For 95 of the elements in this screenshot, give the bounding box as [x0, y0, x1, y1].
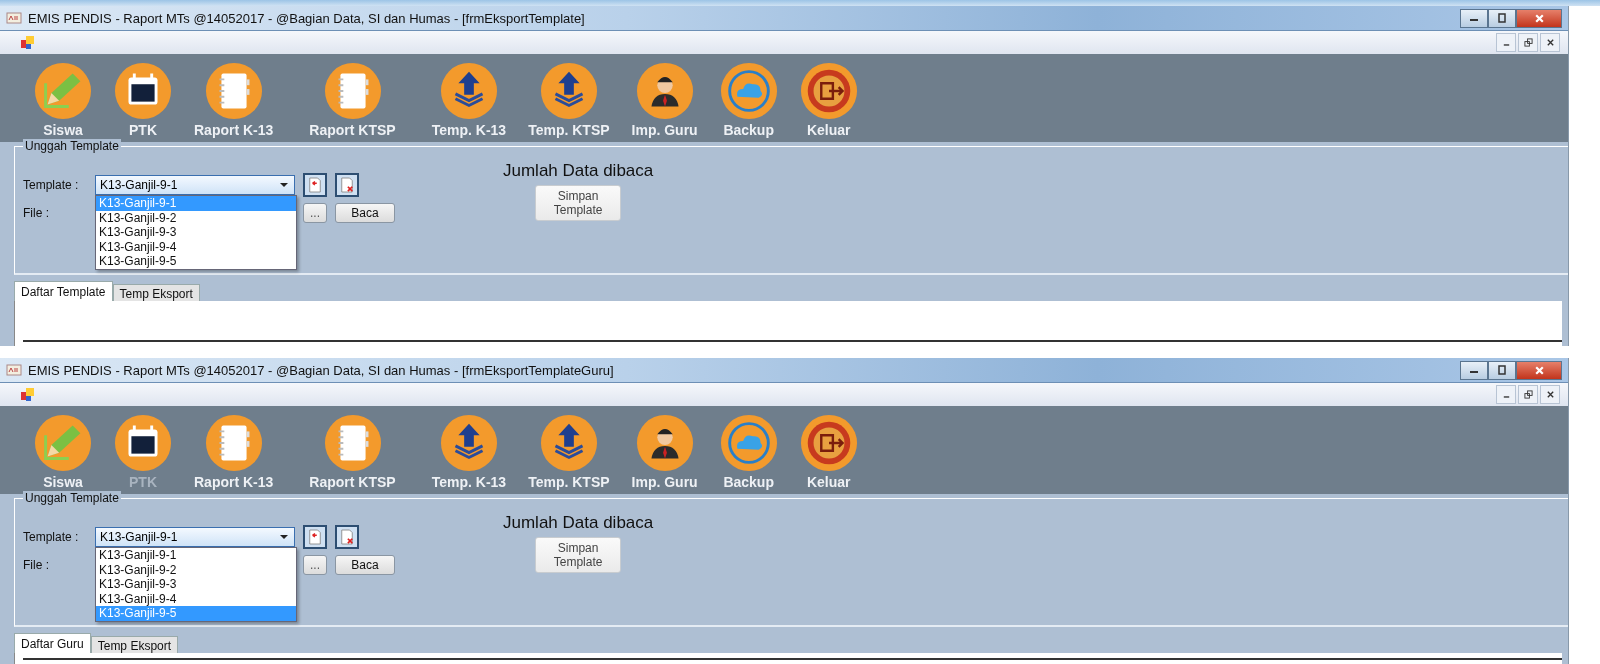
cloud-icon	[719, 414, 778, 472]
toolbar-button[interactable]: Temp. K-13	[423, 62, 515, 138]
close-icon	[1533, 364, 1545, 376]
notebook-icon	[323, 62, 382, 120]
document-delete-icon	[340, 177, 354, 193]
close-button[interactable]	[1516, 360, 1562, 380]
person-icon	[635, 62, 694, 120]
data-count-label: Jumlah Data dibaca	[503, 513, 654, 533]
toolbar-button[interactable]: Siswa	[26, 414, 100, 490]
toolbar-button[interactable]: Imp. Guru	[623, 414, 706, 490]
maximize-button[interactable]	[1488, 360, 1516, 380]
upload-icon	[539, 62, 598, 120]
toolbar-button[interactable]: Imp. Guru	[623, 62, 706, 138]
toolbar-button[interactable]: PTK	[106, 62, 180, 138]
delete-document-button[interactable]	[335, 525, 359, 549]
save-template-button[interactable]: Simpan Template	[535, 537, 622, 573]
close-button[interactable]	[1516, 8, 1562, 28]
read-button[interactable]: Baca	[335, 555, 395, 575]
restore-button[interactable]	[1518, 33, 1538, 52]
group-title: Unggah Template	[23, 139, 121, 153]
toolbar-button[interactable]: Raport K-13	[186, 414, 282, 490]
read-button[interactable]: Baca	[335, 203, 395, 223]
dropdown-option[interactable]: K13-Ganjil-9-1	[96, 548, 296, 563]
toolbar-button[interactable]: Keluar	[791, 62, 866, 138]
toolbar-button[interactable]: Temp. KTSP	[520, 62, 618, 138]
toolbar-button[interactable]: Backup	[711, 414, 786, 490]
exit-icon	[799, 62, 858, 120]
calendar-icon	[114, 62, 172, 120]
maximize-icon	[1497, 13, 1507, 23]
browse-button[interactable]: ...	[303, 555, 327, 575]
window-title: EMIS PENDIS - Raport MTs @14052017 - @Bagian Data, SI dan Humas - [frmEksportTemplateGuru]	[28, 362, 614, 378]
dropdown-option[interactable]: K13-Ganjil-9-2	[96, 210, 296, 225]
dropdown-option[interactable]: K13-Ganjil-9-3	[96, 225, 296, 240]
form-icon	[20, 386, 36, 403]
toolbar-button[interactable]: Temp. KTSP	[520, 414, 618, 490]
close-button[interactable]	[1540, 385, 1560, 404]
pencil-icon	[34, 414, 92, 472]
add-document-button[interactable]	[303, 173, 327, 197]
tab[interactable]: Temp Eksport	[90, 636, 179, 653]
calendar-icon	[114, 414, 172, 472]
toolbar-button[interactable]: Siswa	[26, 62, 100, 138]
app-logo-icon	[6, 363, 22, 377]
close-button[interactable]	[1540, 33, 1560, 52]
caret-icon	[280, 535, 288, 539]
pencil-icon	[34, 62, 92, 120]
toolbar-button[interactable]: Raport KTSP	[301, 62, 404, 138]
field-label: File :	[23, 206, 50, 220]
restore-icon	[1523, 38, 1533, 47]
toolbar-button[interactable]: Backup	[711, 62, 786, 138]
close-icon	[1545, 390, 1555, 399]
window-title: EMIS PENDIS - Raport MTs @14052017 - @Bagian Data, SI dan Humas - [frmEksportTemplate]	[28, 10, 585, 26]
group-title: Unggah Template	[23, 491, 121, 505]
document-arrow-icon	[308, 177, 322, 193]
toolbar-button[interactable]: Raport K-13	[186, 62, 282, 138]
tab[interactable]: Temp Eksport	[112, 284, 200, 301]
maximize-icon	[1497, 365, 1507, 375]
upload-icon	[439, 62, 498, 120]
maximize-button[interactable]	[1488, 8, 1516, 28]
app-logo-icon	[6, 11, 22, 25]
dropdown-option[interactable]: K13-Ganjil-9-3	[96, 577, 296, 592]
dropdown-option[interactable]: K13-Ganjil-9-4	[96, 239, 296, 254]
browse-button[interactable]: ...	[303, 203, 327, 223]
close-icon	[1545, 38, 1555, 47]
form-icon	[20, 34, 36, 51]
dropdown-option[interactable]: K13-Ganjil-9-4	[96, 591, 296, 606]
notebook-icon	[204, 414, 263, 472]
notebook-icon	[204, 62, 263, 120]
tab[interactable]: Daftar Template	[14, 281, 113, 301]
upload-icon	[539, 414, 598, 472]
save-template-button[interactable]: Simpan Template	[535, 185, 622, 221]
field-label: Template :	[23, 178, 80, 192]
upload-icon	[439, 414, 498, 472]
close-icon	[1533, 12, 1545, 24]
restore-button[interactable]	[1518, 385, 1538, 404]
notebook-icon	[323, 414, 382, 472]
field-label: File :	[23, 558, 50, 572]
field-label: Template :	[23, 530, 80, 544]
document-arrow-icon	[308, 529, 322, 545]
minimize-button[interactable]	[1460, 360, 1488, 380]
minimize-button[interactable]	[1460, 8, 1488, 28]
dropdown-option[interactable]: K13-Ganjil-9-2	[96, 562, 296, 577]
tab[interactable]: Daftar Guru	[14, 633, 91, 653]
toolbar-button[interactable]: Raport KTSP	[301, 414, 404, 490]
toolbar-button[interactable]: Keluar	[791, 414, 866, 490]
person-icon	[635, 414, 694, 472]
cloud-icon	[719, 62, 778, 120]
caret-icon	[280, 183, 288, 187]
document-delete-icon	[340, 529, 354, 545]
exit-icon	[799, 414, 858, 472]
dropdown-option[interactable]: K13-Ganjil-9-5	[96, 254, 296, 269]
add-document-button[interactable]	[303, 525, 327, 549]
toolbar-button[interactable]: Temp. K-13	[423, 414, 515, 490]
delete-document-button[interactable]	[335, 173, 359, 197]
data-count-label: Jumlah Data dibaca	[503, 161, 654, 181]
restore-icon	[1523, 390, 1533, 399]
